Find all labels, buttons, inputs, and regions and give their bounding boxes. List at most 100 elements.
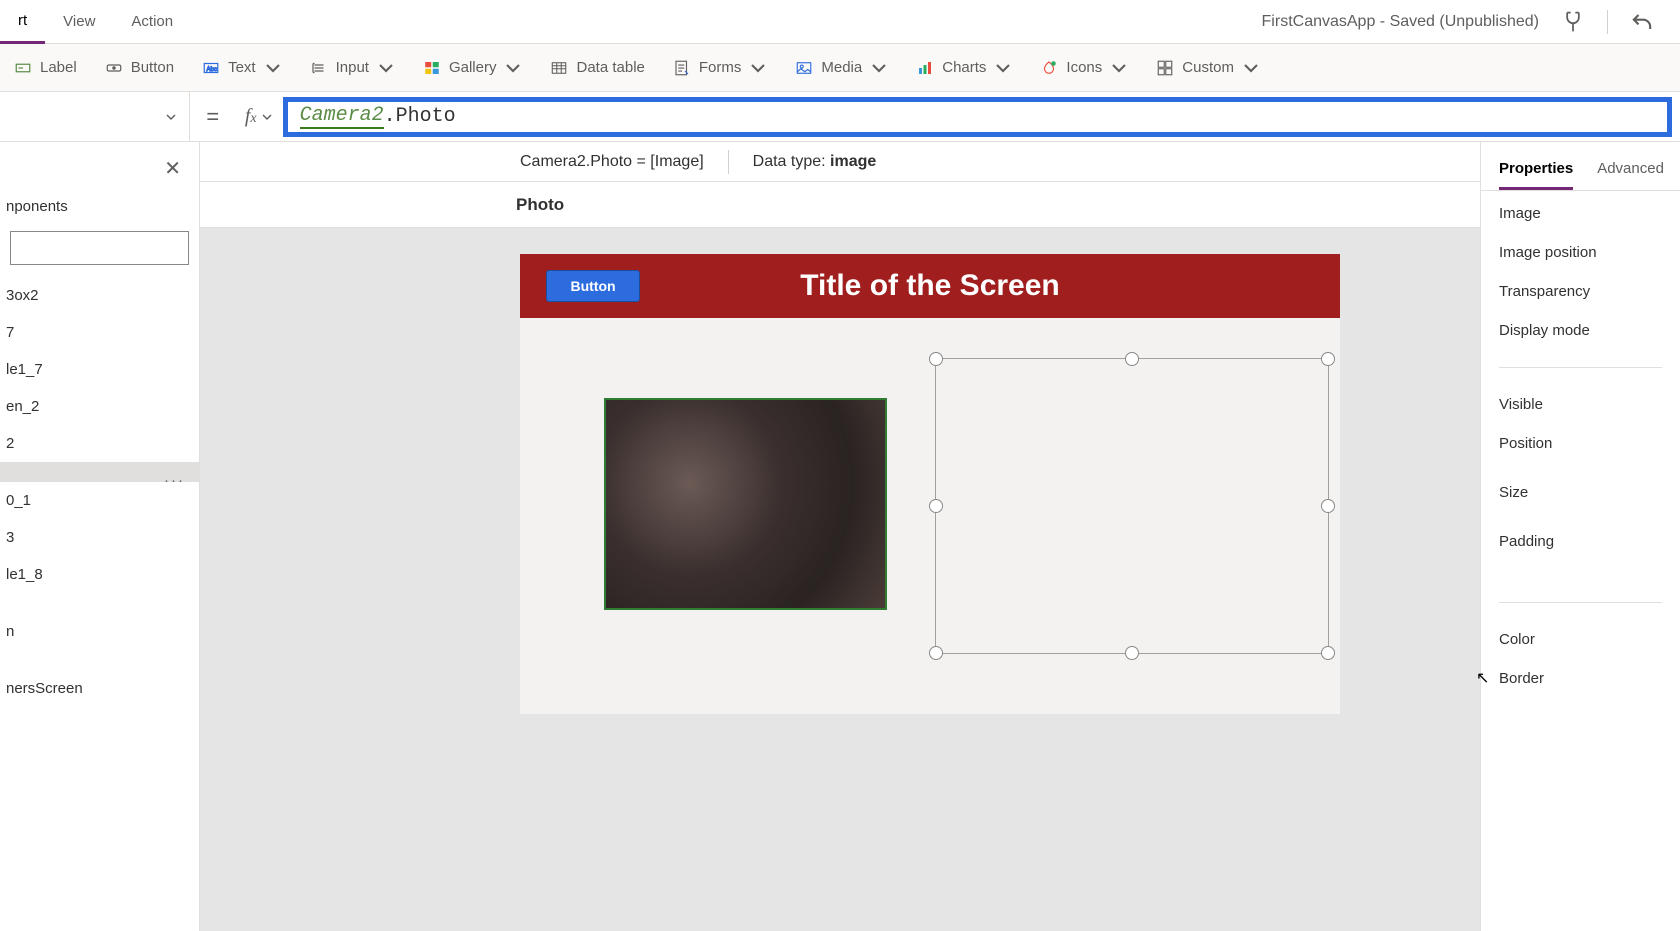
prop-image-position[interactable]: Image position bbox=[1499, 244, 1662, 261]
chevron-down-icon bbox=[749, 59, 767, 77]
chevron-down-icon bbox=[264, 59, 282, 77]
menu-tab-view[interactable]: View bbox=[45, 0, 113, 44]
menu-tab-action[interactable]: Action bbox=[113, 0, 191, 44]
prop-image[interactable]: Image bbox=[1499, 205, 1662, 222]
datatype-value: image bbox=[830, 153, 876, 170]
formula-bar: = fx Camera2.Photo bbox=[0, 92, 1680, 142]
tree-node-selected[interactable]: ··· bbox=[0, 462, 199, 482]
tree-list: 3ox2 7 le1_7 en_2 2 ··· 0_1 3 le1_8 n ne… bbox=[0, 273, 199, 707]
selected-property-label: Photo bbox=[200, 182, 1480, 228]
prop-border[interactable]: Border bbox=[1499, 670, 1662, 687]
chevron-down-icon bbox=[1110, 59, 1128, 77]
content-area: ✕ nponents 3ox2 7 le1_7 en_2 2 ··· 0_1 3… bbox=[0, 142, 1680, 931]
property-selector[interactable] bbox=[0, 92, 190, 141]
camera-preview[interactable] bbox=[604, 398, 887, 610]
ribbon-icons[interactable]: Icons bbox=[1040, 59, 1128, 77]
ribbon-forms[interactable]: Forms bbox=[673, 59, 768, 77]
ribbon-datatable-text: Data table bbox=[576, 59, 644, 76]
selected-image-control[interactable] bbox=[935, 358, 1329, 654]
canvas-wrap: Camera2.Photo = [Image] Data type: image… bbox=[200, 142, 1480, 931]
ribbon-button-text: Button bbox=[131, 59, 174, 76]
resize-handle[interactable] bbox=[929, 499, 943, 513]
fx-label[interactable]: fx bbox=[235, 105, 283, 128]
screen-title: Title of the Screen bbox=[800, 269, 1060, 303]
tree-node[interactable]: 7 bbox=[0, 314, 199, 351]
ribbon-text-text: Text bbox=[228, 59, 256, 76]
tree-tab-components[interactable]: nponents bbox=[0, 142, 199, 223]
prop-position[interactable]: Position bbox=[1499, 435, 1662, 452]
ribbon-input[interactable]: Input bbox=[310, 59, 395, 77]
prop-size[interactable]: Size bbox=[1499, 484, 1662, 501]
ribbon-media[interactable]: Media bbox=[795, 59, 888, 77]
ribbon-button[interactable]: Button bbox=[105, 59, 174, 77]
chevron-down-icon bbox=[261, 111, 273, 123]
formula-result-bar: Camera2.Photo = [Image] Data type: image bbox=[200, 142, 1480, 182]
app-status: FirstCanvasApp - Saved (Unpublished) bbox=[1262, 13, 1539, 31]
undo-icon[interactable] bbox=[1628, 8, 1656, 36]
formula-identifier: Camera2 bbox=[300, 104, 384, 129]
canvas-button[interactable]: Button bbox=[546, 270, 640, 302]
svg-text:Abc: Abc bbox=[207, 67, 217, 73]
resize-handle[interactable] bbox=[1321, 499, 1335, 513]
result-expr: Camera2.Photo bbox=[520, 153, 632, 170]
resize-handle[interactable] bbox=[929, 352, 943, 366]
tree-node[interactable]: nersScreen bbox=[0, 670, 199, 707]
ribbon-label[interactable]: Label bbox=[14, 59, 77, 77]
equals-sign: = bbox=[190, 104, 235, 130]
menu-separator bbox=[1607, 10, 1608, 34]
prop-transparency[interactable]: Transparency bbox=[1499, 283, 1662, 300]
tree-node[interactable]: le1_7 bbox=[0, 351, 199, 388]
tree-node[interactable]: 3ox2 bbox=[0, 277, 199, 314]
canvas-outer[interactable]: Button Title of the Screen ↖ bbox=[200, 228, 1480, 931]
prop-padding[interactable]: Padding bbox=[1499, 533, 1662, 550]
ribbon-media-text: Media bbox=[821, 59, 862, 76]
ribbon-charts-text: Charts bbox=[942, 59, 986, 76]
formula-member: .Photo bbox=[384, 105, 456, 128]
resize-handle[interactable] bbox=[929, 646, 943, 660]
formula-input[interactable]: Camera2.Photo bbox=[283, 97, 1672, 137]
tree-node[interactable]: 0_1 bbox=[0, 482, 199, 519]
menu-bar: rt View Action FirstCanvasApp - Saved (U… bbox=[0, 0, 1680, 44]
ribbon-icons-text: Icons bbox=[1066, 59, 1102, 76]
menu-tab-insert[interactable]: rt bbox=[0, 0, 45, 44]
ribbon-custom-text: Custom bbox=[1182, 59, 1234, 76]
tree-node[interactable]: 2 bbox=[0, 425, 199, 462]
result-eq: = bbox=[632, 153, 650, 170]
resize-handle[interactable] bbox=[1125, 646, 1139, 660]
tree-node[interactable] bbox=[0, 593, 199, 613]
tree-node[interactable]: 3 bbox=[0, 519, 199, 556]
tree-node[interactable] bbox=[0, 650, 199, 670]
tree-view-pane: ✕ nponents 3ox2 7 le1_7 en_2 2 ··· 0_1 3… bbox=[0, 142, 200, 931]
datatype-label: Data type: bbox=[753, 153, 830, 170]
resize-handle[interactable] bbox=[1321, 646, 1335, 660]
ribbon-gallery[interactable]: Gallery bbox=[423, 59, 523, 77]
app-canvas[interactable]: Button Title of the Screen bbox=[520, 254, 1340, 714]
prop-color[interactable]: Color bbox=[1499, 631, 1662, 648]
tree-node[interactable]: n bbox=[0, 613, 199, 650]
close-icon[interactable]: ✕ bbox=[164, 156, 181, 181]
ribbon-charts[interactable]: Charts bbox=[916, 59, 1012, 77]
ribbon-datatable[interactable]: Data table bbox=[550, 59, 644, 77]
tree-search-input[interactable] bbox=[10, 231, 189, 265]
resize-handle[interactable] bbox=[1125, 352, 1139, 366]
advanced-tab[interactable]: Advanced bbox=[1597, 160, 1664, 190]
properties-tab[interactable]: Properties bbox=[1499, 160, 1573, 190]
tree-node[interactable]: en_2 bbox=[0, 388, 199, 425]
ribbon-input-text: Input bbox=[336, 59, 369, 76]
properties-pane: Properties Advanced Image Image position… bbox=[1480, 142, 1680, 931]
tree-node[interactable]: le1_8 bbox=[0, 556, 199, 593]
chevron-down-icon bbox=[1242, 59, 1260, 77]
ribbon-forms-text: Forms bbox=[699, 59, 742, 76]
chevron-down-icon bbox=[870, 59, 888, 77]
prop-display-mode[interactable]: Display mode bbox=[1499, 322, 1662, 339]
ribbon-gallery-text: Gallery bbox=[449, 59, 497, 76]
prop-visible[interactable]: Visible bbox=[1499, 396, 1662, 413]
screen-header: Button Title of the Screen bbox=[520, 254, 1340, 318]
chevron-down-icon bbox=[377, 59, 395, 77]
health-icon[interactable] bbox=[1559, 8, 1587, 36]
ribbon-custom[interactable]: Custom bbox=[1156, 59, 1260, 77]
ribbon-text[interactable]: Abc Text bbox=[202, 59, 282, 77]
chevron-down-icon bbox=[504, 59, 522, 77]
resize-handle[interactable] bbox=[1321, 352, 1335, 366]
chevron-down-icon bbox=[165, 111, 177, 123]
